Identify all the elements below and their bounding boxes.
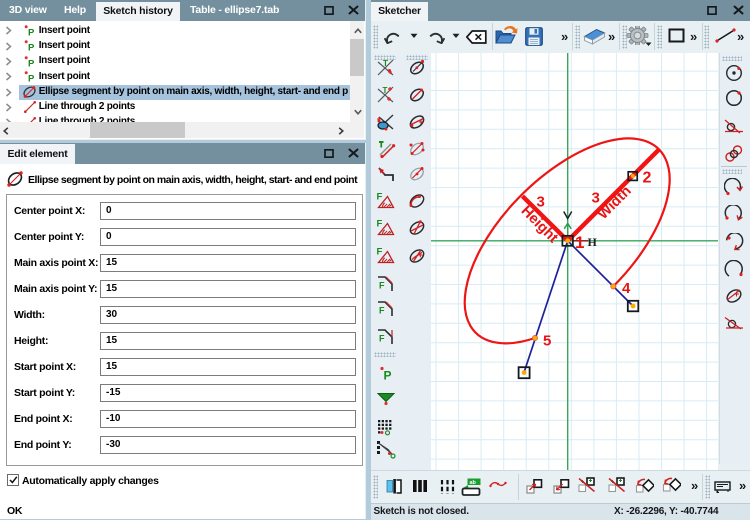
svg-text:Width: Width	[595, 183, 635, 223]
svg-text:P: P	[383, 368, 391, 382]
svg-text:ab: ab	[469, 480, 476, 486]
svg-text:T: T	[383, 59, 388, 68]
svg-text:3: 3	[592, 190, 600, 207]
svg-text:F: F	[376, 246, 382, 257]
svg-text:F: F	[376, 219, 382, 230]
svg-text:P: P	[28, 27, 35, 38]
svg-text:H: H	[588, 235, 598, 249]
svg-text:4: 4	[622, 280, 631, 297]
svg-text:F: F	[376, 192, 382, 203]
svg-text:P: P	[28, 73, 35, 84]
svg-text:2: 2	[643, 170, 652, 187]
svg-text:T: T	[382, 86, 387, 95]
svg-text:P: P	[28, 58, 35, 69]
svg-text:F: F	[379, 306, 385, 316]
svg-text:1: 1	[575, 233, 584, 252]
svg-text:F: F	[379, 280, 385, 290]
svg-text:F: F	[379, 333, 385, 343]
svg-text:5: 5	[543, 333, 551, 350]
svg-text:3: 3	[537, 194, 545, 211]
svg-text:P: P	[28, 43, 35, 54]
